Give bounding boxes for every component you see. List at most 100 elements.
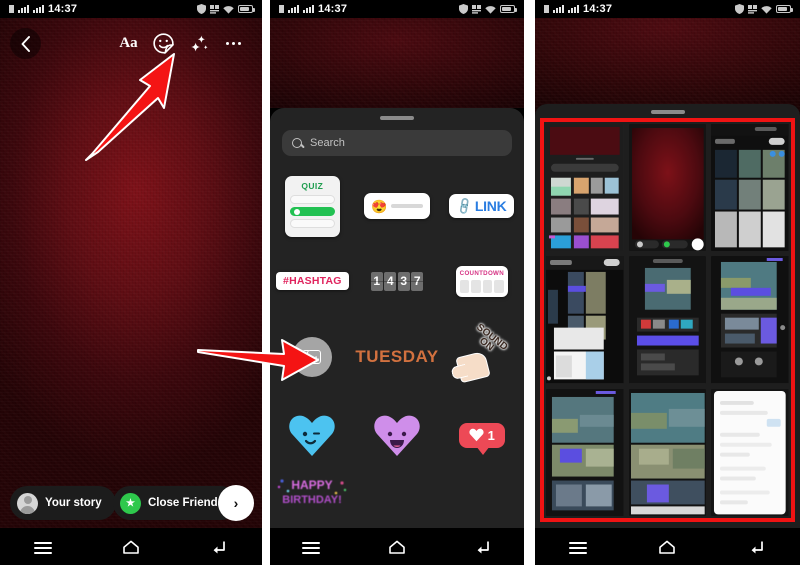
- sticker-cell[interactable]: QUIZ: [270, 168, 355, 244]
- thumb-6[interactable]: [711, 256, 789, 384]
- sticker-tool-button[interactable]: [148, 28, 179, 59]
- blue-heart-sticker[interactable]: [287, 412, 337, 458]
- thumb-1[interactable]: [546, 124, 624, 252]
- battery-icon: [238, 5, 255, 13]
- home-button[interactable]: [657, 539, 677, 555]
- recents-button[interactable]: [569, 539, 589, 555]
- your-story-button[interactable]: Your story: [10, 486, 116, 520]
- thumb-3[interactable]: [711, 124, 789, 252]
- android-nav-bar: [0, 528, 262, 565]
- sticker-cell[interactable]: [270, 396, 355, 474]
- home-button[interactable]: [387, 539, 407, 555]
- sticker-row-3: + TUESDAY SOUND ON: [270, 318, 524, 396]
- status-right-2: [459, 4, 517, 14]
- status-left-2: 14:37: [279, 2, 348, 15]
- sound-on-sticker[interactable]: SOUND ON: [454, 322, 509, 384]
- add-yours-sticker[interactable]: +: [292, 337, 333, 377]
- home-icon: [123, 540, 139, 554]
- wifi-icon: [761, 5, 772, 14]
- thumb-1-preview: [546, 124, 624, 252]
- signal-bars-icon: [553, 5, 564, 13]
- sticker-cell[interactable]: +: [270, 318, 355, 396]
- chevron-right-icon: ›: [233, 495, 239, 511]
- your-story-label: Your story: [45, 497, 102, 509]
- thumb-2[interactable]: [628, 124, 707, 252]
- thumb-4[interactable]: [546, 256, 624, 384]
- thumb-7[interactable]: [546, 388, 624, 516]
- thumb-4-preview: [546, 256, 624, 384]
- sparkles-icon: [190, 35, 208, 51]
- thumb-9[interactable]: [711, 388, 789, 516]
- effects-button[interactable]: [183, 28, 214, 59]
- slider-track: [391, 204, 423, 208]
- svg-text:HAPPY: HAPPY: [292, 478, 333, 492]
- signal-bars-icon-2: [568, 5, 579, 13]
- thumb-5[interactable]: [628, 256, 707, 384]
- back-button-nav[interactable]: [208, 539, 228, 555]
- sticker-cell[interactable]: 🔗 LINK: [439, 168, 524, 244]
- quiz-option-3: [289, 218, 335, 228]
- day-sticker[interactable]: TUESDAY: [355, 347, 438, 367]
- sticker-cell[interactable]: SOUND ON: [439, 318, 524, 396]
- battery-icon: [776, 5, 793, 13]
- close-friends-label: Close Friends: [148, 497, 225, 509]
- link-sticker-label: LINK: [474, 198, 507, 214]
- sticker-cell[interactable]: #HASHTAG: [270, 244, 355, 318]
- sticker-search-bar[interactable]: Search: [282, 130, 512, 156]
- sticker-cell[interactable]: [355, 396, 440, 474]
- heart-icon: [469, 428, 484, 442]
- slider-sticker[interactable]: 😍: [364, 193, 430, 219]
- thumb-7-preview: [546, 388, 624, 516]
- wifi-icon: [485, 5, 496, 14]
- more-options-button[interactable]: [218, 28, 249, 59]
- like-count-sticker[interactable]: 1: [458, 422, 505, 455]
- chevron-left-icon: [21, 35, 30, 52]
- sticker-face-icon: [153, 33, 174, 54]
- next-button[interactable]: ›: [218, 485, 254, 521]
- home-icon: [659, 540, 676, 554]
- thumb-8[interactable]: [628, 388, 707, 516]
- sticker-cell[interactable]: TUESDAY: [355, 318, 440, 396]
- countdown-sticker[interactable]: COUNTDOWN: [455, 265, 508, 297]
- text-tool-button[interactable]: Aa: [113, 28, 144, 59]
- shield-icon: [197, 4, 206, 14]
- recents-button[interactable]: [302, 539, 322, 555]
- purple-heart-sticker[interactable]: [372, 412, 422, 458]
- back-icon: [477, 541, 489, 553]
- heart-eyes-emoji-icon: 😍: [371, 198, 388, 214]
- status-time: 14:37: [318, 2, 348, 15]
- sticker-grid: QUIZ 😍 🔗 LINK #HASHTAG 1 4 3 7 COUNTDOWN…: [270, 168, 524, 528]
- sticker-cell[interactable]: 😍: [355, 168, 440, 244]
- composer-actions: Your story ★ Close Friends ›: [0, 485, 262, 521]
- sticker-cell[interactable]: 1: [439, 396, 524, 474]
- sticker-cell[interactable]: HAPPY BIRTHDAY!: [270, 474, 355, 534]
- clock-sticker[interactable]: 1 4 3 7: [370, 271, 424, 291]
- like-count-label: 1: [487, 427, 495, 443]
- status-left-3: 14:37: [544, 3, 612, 15]
- drag-handle[interactable]: [380, 116, 414, 120]
- thumb-2-preview: [628, 124, 707, 252]
- happy-birthday-sticker[interactable]: HAPPY BIRTHDAY!: [276, 474, 348, 508]
- svg-text:BIRTHDAY!: BIRTHDAY!: [283, 494, 343, 506]
- quiz-sticker[interactable]: QUIZ: [284, 175, 340, 237]
- quiz-sticker-label: QUIZ: [301, 180, 324, 191]
- signal-bars-icon-2: [33, 5, 44, 13]
- back-button[interactable]: [10, 28, 41, 59]
- recents-button[interactable]: [33, 539, 54, 555]
- thumb-8-preview: [628, 388, 707, 516]
- sticker-cell[interactable]: 1 4 3 7: [355, 244, 440, 318]
- home-button[interactable]: [121, 539, 141, 555]
- back-icon: [213, 541, 226, 553]
- sticker-cell[interactable]: [355, 474, 440, 534]
- sticker-cell[interactable]: COUNTDOWN: [439, 244, 524, 318]
- thumb-5-preview: [628, 256, 707, 384]
- pointing-hand-icon: [454, 350, 491, 384]
- back-button-nav[interactable]: [472, 539, 492, 555]
- sticker-cell[interactable]: [439, 474, 524, 534]
- story-canvas[interactable]: [0, 18, 262, 528]
- hashtag-sticker[interactable]: #HASHTAG: [276, 272, 349, 290]
- drag-handle-3[interactable]: [650, 110, 685, 114]
- back-icon: [751, 541, 763, 553]
- link-sticker[interactable]: 🔗 LINK: [448, 194, 515, 218]
- back-button-nav[interactable]: [746, 539, 766, 555]
